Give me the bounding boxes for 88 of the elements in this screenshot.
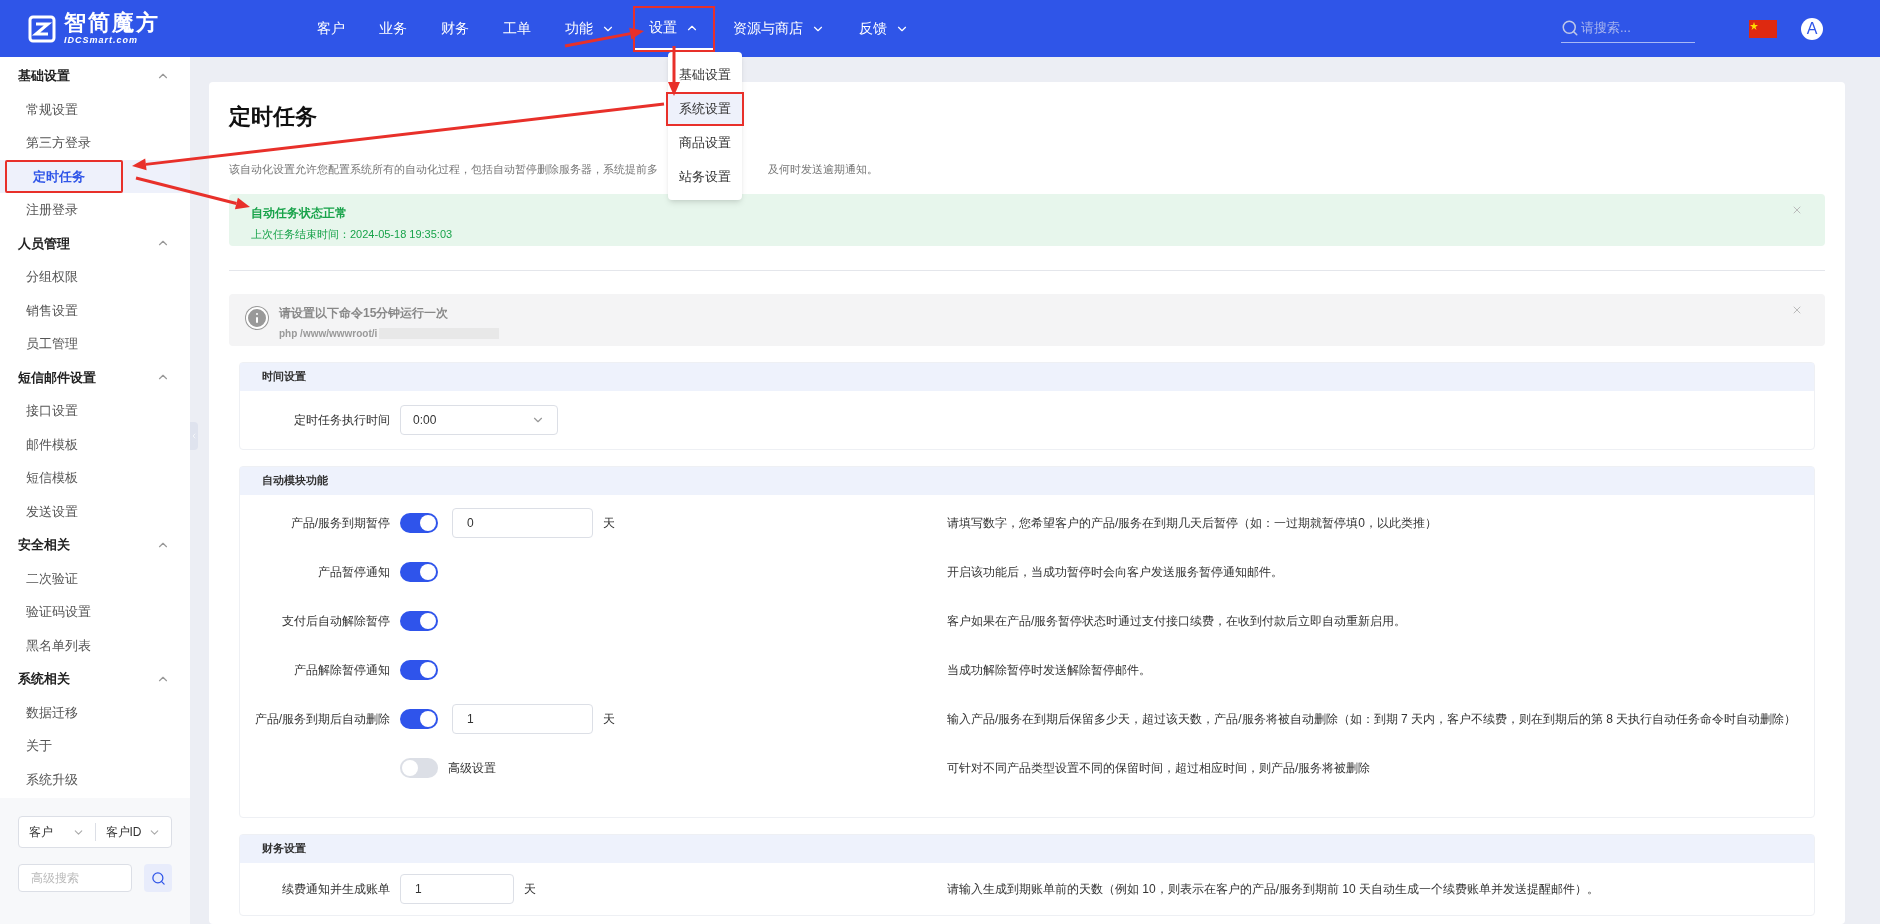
sidebar-item[interactable]: 定时任务 xyxy=(5,159,123,193)
field-label: 产品/服务到期暂停 xyxy=(290,515,390,532)
nav-tab[interactable]: 客户 xyxy=(303,7,359,50)
help-text: 客户如果在产品/服务暂停状态时通过支付接口续费，在收到付款后立即自动重新启用。 xyxy=(947,613,1407,630)
page-description: 该自动化设置允许您配置系统所有的自动化过程，包括自动暂停删除服务器，系统提前多 xyxy=(229,162,658,177)
sidebar-item[interactable]: 短信模板 xyxy=(0,461,190,495)
nav-tab[interactable]: 工单 xyxy=(489,7,545,50)
sidebar-item[interactable]: 销售设置 xyxy=(0,293,190,327)
sidebar-item[interactable]: 分组权限 xyxy=(0,260,190,294)
toggle-switch[interactable] xyxy=(400,611,438,631)
toggle-switch[interactable] xyxy=(400,660,438,680)
menu-item[interactable]: 基础设置 xyxy=(668,58,742,92)
number-input[interactable]: 1 xyxy=(400,873,514,904)
logo-subtitle: IDCSmart.com xyxy=(64,36,139,45)
unit-label: 天 xyxy=(603,515,615,532)
search-field[interactable]: 请搜索... xyxy=(1581,18,1681,38)
sidebar-item[interactable]: 验证码设置 xyxy=(0,595,190,629)
cron-title: 请设置以下命令15分钟运行一次 xyxy=(279,304,450,322)
unit-label: 天 xyxy=(524,880,536,898)
sidebar-item[interactable]: 常规设置 xyxy=(0,92,190,126)
field-label: 支付后自动解除暂停 xyxy=(282,613,390,630)
annotation-arrow xyxy=(668,46,680,96)
sidebar-group-title[interactable]: 基础设置 xyxy=(18,66,70,86)
menu-item[interactable]: 商品设置 xyxy=(668,126,742,160)
page-title: 定时任务 xyxy=(229,106,317,128)
field-label: 续费通知并生成账单 xyxy=(282,880,390,898)
sidebar-item[interactable]: 发送设置 xyxy=(0,494,190,528)
sidebar-item[interactable]: 数据迁移 xyxy=(0,695,190,729)
field-label: 产品解除暂停通知 xyxy=(294,662,390,679)
logo-name: 智简魔方 xyxy=(64,12,160,34)
sidebar-item[interactable]: 黑名单列表 xyxy=(0,628,190,662)
search-icon xyxy=(150,870,166,886)
sidebar-group-title[interactable]: 人员管理 xyxy=(18,233,70,253)
toggle-switch[interactable] xyxy=(400,513,438,533)
sidebar-item[interactable]: 第三方登录 xyxy=(0,126,190,160)
help-text: 输入产品/服务在到期后保留多少天，超过该天数，产品/服务将被自动删除（如：到期 7 天内，客户不续费，则在到期后的第 8 天执行自动任务命令时自动删除） xyxy=(947,711,1797,728)
sidebar-item[interactable]: 邮件模板 xyxy=(0,427,190,461)
advanced-search-input[interactable]: 高级搜索 xyxy=(18,864,132,892)
logo-icon xyxy=(28,14,56,43)
nav-tab[interactable]: 设置 xyxy=(635,7,713,50)
toggle-switch[interactable] xyxy=(400,709,438,729)
toggle-switch[interactable] xyxy=(400,758,438,778)
field-label: 产品暂停通知 xyxy=(318,564,390,581)
filter-select[interactable]: 客户 客户ID xyxy=(18,816,172,848)
sidebar-item[interactable]: 关于 xyxy=(0,729,190,763)
number-input[interactable]: 0 xyxy=(452,508,593,538)
time-select[interactable]: 0:00 xyxy=(400,404,558,435)
search-button[interactable] xyxy=(144,864,172,892)
nav-tab[interactable]: 财务 xyxy=(427,7,483,50)
sidebar-group-title[interactable]: 安全相关 xyxy=(18,535,70,555)
toggle-switch[interactable] xyxy=(400,562,438,582)
field-label: 定时任务执行时间 xyxy=(294,411,390,429)
info-icon xyxy=(245,305,269,330)
unit-label: 天 xyxy=(603,711,615,728)
sidebar-item[interactable]: 接口设置 xyxy=(0,394,190,428)
cron-command: php /www/wwwroot/i xyxy=(279,326,378,341)
menu-item[interactable]: 系统设置 xyxy=(666,92,744,126)
sidebar-item[interactable]: 系统升级 xyxy=(0,762,190,796)
search-icon xyxy=(1561,19,1579,37)
nav-tab[interactable]: 反馈 xyxy=(845,7,923,50)
sidebar-item[interactable]: 员工管理 xyxy=(0,327,190,361)
sidebar-group-title[interactable]: 系统相关 xyxy=(18,669,70,689)
section-title: 自动模块功能 xyxy=(262,473,328,489)
menu-item[interactable]: 站务设置 xyxy=(668,160,742,194)
nav-tab[interactable]: 业务 xyxy=(365,7,421,50)
nav-tab[interactable]: 功能 xyxy=(551,7,629,50)
help-text: 请输入生成到期账单前的天数（例如 10，则表示在客户的产品/服务到期前 10 天自动生成一个续费账单并发送提醒邮件）。 xyxy=(947,880,1600,898)
number-input[interactable]: 1 xyxy=(452,704,593,734)
status-title: 自动任务状态正常 xyxy=(251,204,348,222)
help-text: 开启该功能后，当成功暂停时会向客户发送服务暂停通知邮件。 xyxy=(947,564,1283,581)
section-title: 时间设置 xyxy=(262,369,306,385)
status-detail: 上次任务结束时间：2024-05-18 19:35:03 xyxy=(251,226,453,242)
help-text: 可针对不同产品类型设置不同的保留时间，超过相应时间，则产品/服务将被删除 xyxy=(947,760,1371,777)
sidebar-item[interactable]: 注册登录 xyxy=(0,193,190,227)
filter-type[interactable]: 客户 xyxy=(29,823,53,841)
flag-icon xyxy=(1749,19,1777,38)
page-description: 及何时发送逾期通知。 xyxy=(768,162,878,177)
help-text: 当成功解除暂停时发送解除暂停邮件。 xyxy=(947,662,1151,679)
field-label: 产品/服务到期后自动删除 xyxy=(254,711,390,728)
help-text: 请填写数字，您希望客户的产品/服务在到期几天后暂停（如：一过期就暂停填0，以此类推） xyxy=(947,515,1437,532)
sidebar-group-title[interactable]: 短信邮件设置 xyxy=(18,367,96,387)
section-title: 财务设置 xyxy=(262,841,306,857)
user-avatar[interactable]: A xyxy=(1801,17,1823,40)
sidebar-item[interactable]: 二次验证 xyxy=(0,561,190,595)
switch-label: 高级设置 xyxy=(448,760,496,777)
nav-tab[interactable]: 资源与商店 xyxy=(719,7,839,50)
filter-field[interactable]: 客户ID xyxy=(105,823,142,841)
collapse-handle[interactable] xyxy=(190,422,198,450)
